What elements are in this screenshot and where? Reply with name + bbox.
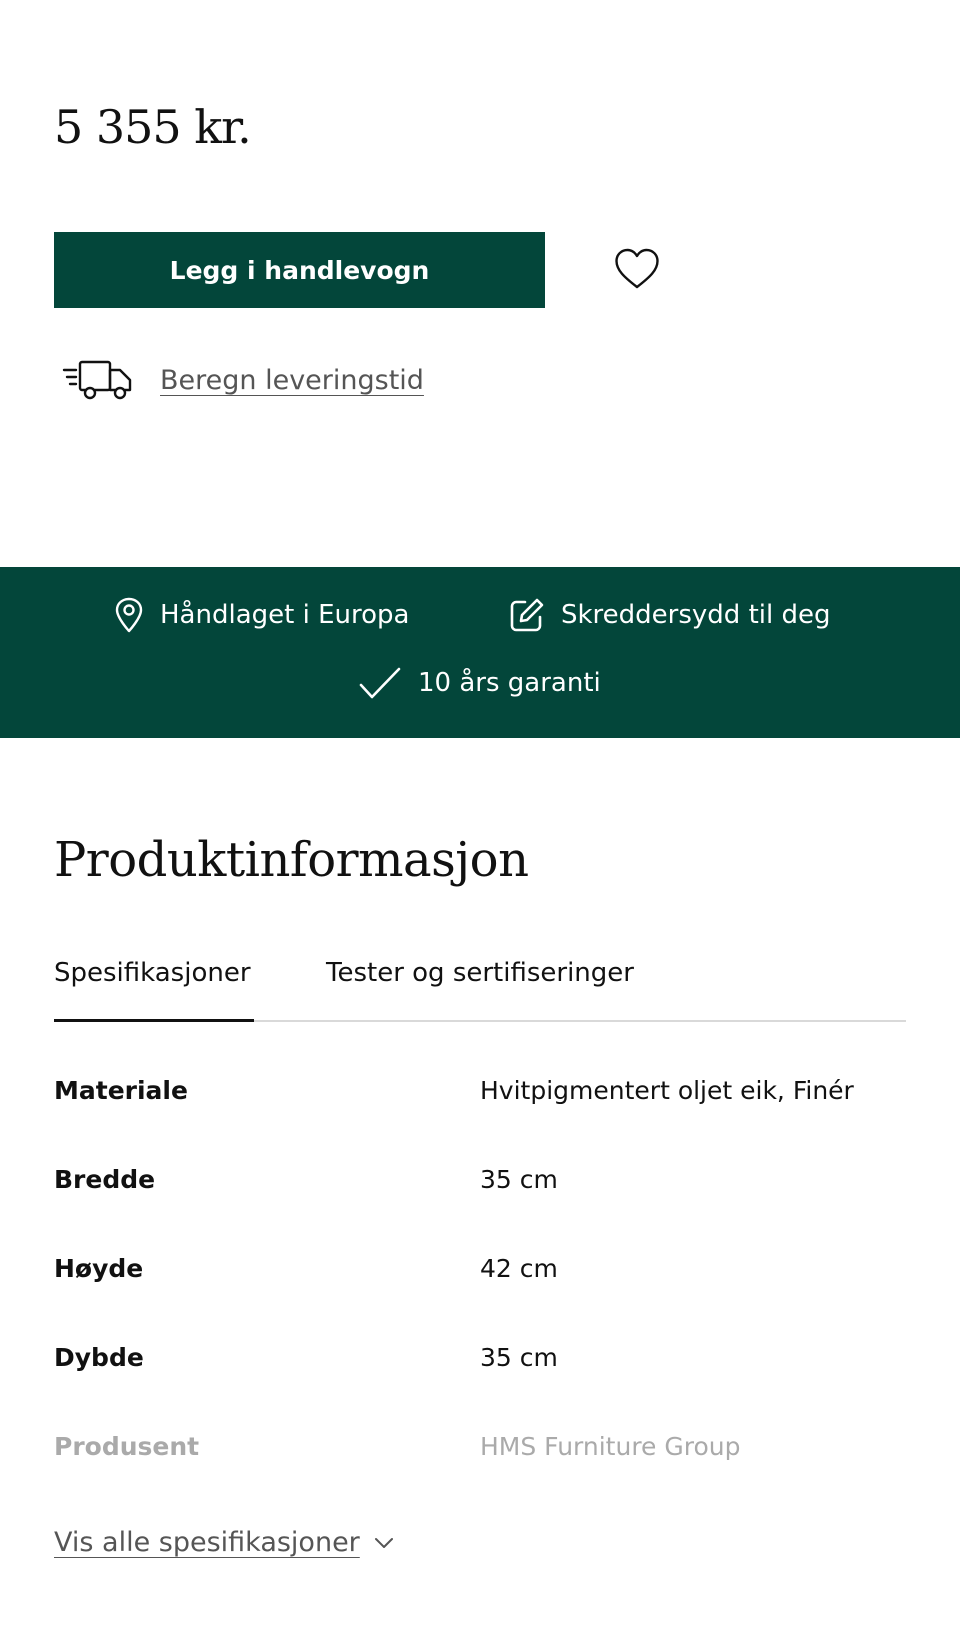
usp-tailored: Skreddersydd til deg <box>509 597 830 633</box>
delivery-time-link[interactable]: Beregn leveringstid <box>160 365 424 396</box>
spec-label: Bredde <box>54 1165 156 1194</box>
spec-value: 42 cm <box>480 1254 558 1283</box>
usp-label: 10 års garanti <box>418 668 601 698</box>
delivery-truck-icon <box>62 360 132 400</box>
location-pin-icon <box>115 597 143 633</box>
usp-handmade: Håndlaget i Europa <box>114 597 409 633</box>
spec-row-depth: Dybde 35 cm <box>54 1337 914 1426</box>
usp-label: Skreddersydd til deg <box>561 600 831 630</box>
product-page: 5 355 kr. Legg i handlevogn Beregn lever… <box>0 0 960 1638</box>
wishlist-button[interactable] <box>612 248 662 292</box>
spec-value: HMS Furniture Group <box>480 1432 741 1461</box>
show-all-specs-link[interactable]: Vis alle spesifikasjoner <box>54 1527 394 1558</box>
delivery-estimate: Beregn leveringstid <box>62 355 424 405</box>
spec-row-manufacturer: Produsent HMS Furniture Group <box>54 1426 914 1515</box>
spec-value: Hvitpigmentert oljet eik, Finér <box>480 1076 854 1105</box>
tab-specifications[interactable]: Spesifikasjoner <box>54 958 251 1006</box>
spec-label: Høyde <box>54 1254 144 1283</box>
product-info-tabs: Spesifikasjoner Tester og sertifiseringe… <box>54 958 906 1022</box>
product-info-title: Produktinformasjon <box>54 832 529 888</box>
chevron-down-icon <box>374 1537 393 1548</box>
spec-label: Produsent <box>54 1432 200 1461</box>
tab-tests-certifications[interactable]: Tester og sertifiseringer <box>326 958 634 1006</box>
edit-icon <box>510 598 544 632</box>
spec-label: Dybde <box>54 1343 144 1372</box>
checkmark-icon <box>359 667 401 699</box>
add-to-cart-button[interactable]: Legg i handlevogn <box>54 232 545 308</box>
usp-label: Håndlaget i Europa <box>160 600 410 630</box>
spec-label: Materiale <box>54 1076 188 1105</box>
show-all-specs-label: Vis alle spesifikasjoner <box>54 1527 360 1558</box>
spec-value: 35 cm <box>480 1165 558 1194</box>
specifications-list: Materiale Hvitpigmentert oljet eik, Finé… <box>54 1070 914 1515</box>
usp-warranty: 10 års garanti <box>358 665 601 701</box>
product-price: 5 355 kr. <box>54 100 252 154</box>
heart-icon <box>615 248 659 289</box>
usp-banner: Håndlaget i Europa Skreddersydd til deg … <box>0 567 960 738</box>
spec-row-material: Materiale Hvitpigmentert oljet eik, Finé… <box>54 1070 914 1159</box>
spec-value: 35 cm <box>480 1343 558 1372</box>
spec-row-height: Høyde 42 cm <box>54 1248 914 1337</box>
active-tab-indicator <box>54 1019 254 1022</box>
spec-row-width: Bredde 35 cm <box>54 1159 914 1248</box>
